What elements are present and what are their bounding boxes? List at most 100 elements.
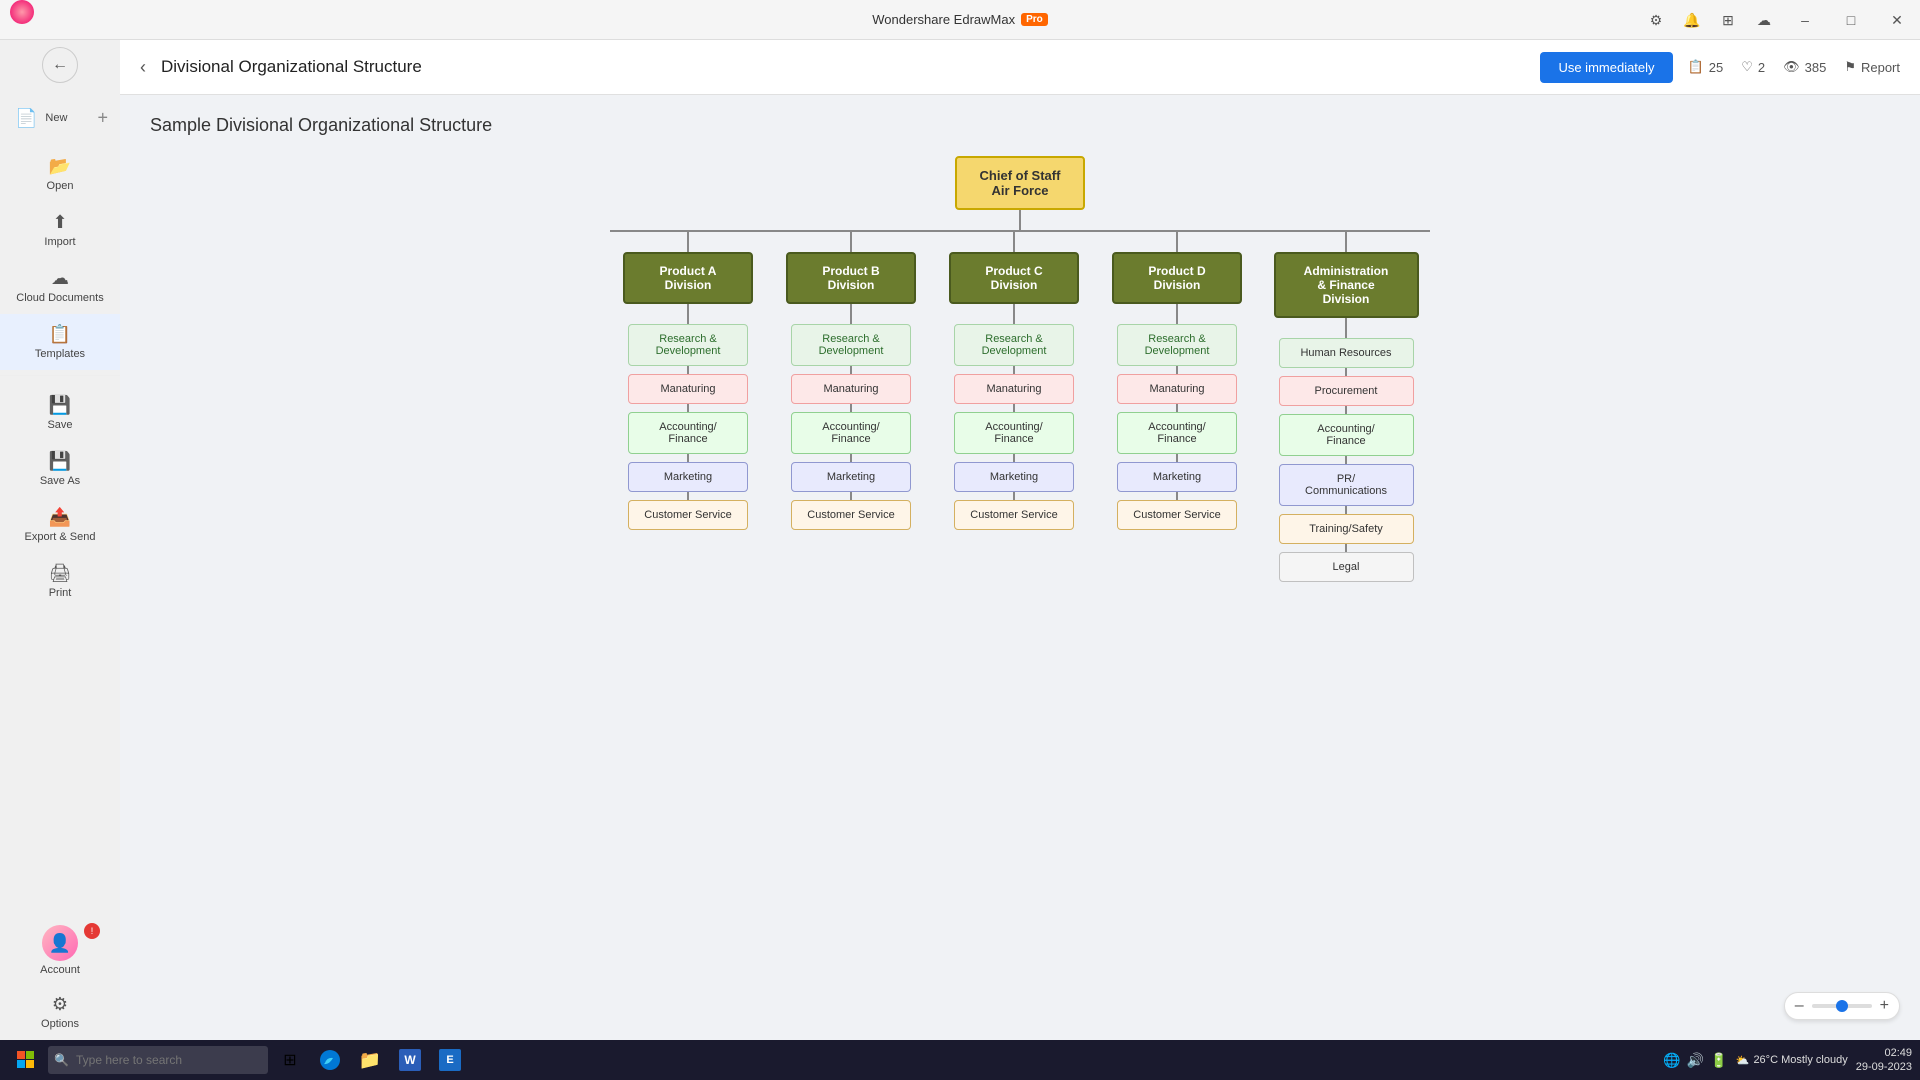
notification-icon[interactable]: 🔔 (1674, 0, 1710, 40)
sidebar-back-button[interactable]: ← (0, 40, 120, 90)
taskbar-app-explorer[interactable]: 📁 (352, 1042, 388, 1078)
share-icon[interactable]: ⊞ (1710, 0, 1746, 40)
edge-icon (319, 1049, 341, 1071)
taskbar-search-wrap[interactable]: 🔍 (48, 1046, 268, 1074)
sub-accounting-admin: Accounting/Finance (1279, 414, 1414, 456)
close-button[interactable]: ✕ (1874, 0, 1920, 40)
flag-icon: ⚑ (1844, 59, 1856, 75)
save-label: Save (47, 419, 72, 431)
copy-icon: 📋 (1688, 59, 1704, 75)
taskbar-app-task-view[interactable]: ⊞ (272, 1042, 308, 1078)
word-icon: W (399, 1049, 421, 1071)
header-stats: 📋 25 ♡ 2 👁 385 ⚑ Report (1688, 59, 1900, 75)
chief-connector-down (1019, 210, 1021, 230)
page-back-arrow[interactable]: ‹ (140, 57, 146, 78)
import-label: Import (44, 236, 75, 248)
sub-marketing-c: Marketing (954, 462, 1074, 492)
views-stat: 👁 385 (1783, 59, 1826, 75)
chief-box: Chief of Staff Air Force (955, 156, 1085, 210)
zoom-controls: – + (1784, 992, 1900, 1020)
battery-icon: 🔋 (1710, 1052, 1727, 1069)
use-immediately-button[interactable]: Use immediately (1540, 52, 1672, 83)
new-label: New (45, 112, 67, 124)
settings-icon[interactable]: ⚙ (1638, 0, 1674, 40)
title-bar-left (0, 0, 44, 24)
cloud-sync-icon[interactable]: ☁ (1746, 0, 1782, 40)
sub-accounting-d: Accounting/Finance (1117, 412, 1237, 454)
sidebar-item-export[interactable]: 📤 Export & Send (0, 497, 120, 553)
column-admin: Administration& FinanceDivision Human Re… (1266, 232, 1426, 582)
page-header: ‹ Divisional Organizational Structure Us… (120, 40, 1920, 95)
saveas-icon: 💾 (49, 451, 71, 472)
sidebar-item-templates[interactable]: 📋 Templates (0, 314, 120, 370)
chief-line2: Air Force (977, 183, 1063, 198)
sub-accounting-a: Accounting/Finance (628, 412, 748, 454)
title-bar: Wondershare EdrawMax Pro ⚙ 🔔 ⊞ ☁ – □ ✕ (0, 0, 1920, 40)
report-label: Report (1861, 60, 1900, 75)
sidebar-item-print[interactable]: 🖨 Print (0, 553, 120, 609)
sub-pr: PR/Communications (1279, 464, 1414, 506)
windows-logo-icon (17, 1051, 35, 1069)
division-product-c: Product CDivision (949, 252, 1079, 304)
sidebar-item-cloud[interactable]: ☁ Cloud Documents (0, 258, 120, 314)
division-admin: Administration& FinanceDivision (1274, 252, 1419, 318)
sidebar-item-account[interactable]: 👤 ! Account (0, 917, 120, 984)
copies-count: 25 (1709, 60, 1723, 75)
sidebar-item-saveas[interactable]: 💾 Save As (0, 441, 120, 497)
app-title-text: Wondershare EdrawMax (872, 12, 1015, 27)
column-product-b: Product BDivision Research &Development … (777, 232, 925, 530)
zoom-thumb[interactable] (1836, 1000, 1848, 1012)
date-text: 29-09-2023 (1856, 1060, 1912, 1074)
div-a-connector-down (687, 304, 689, 324)
main-area: ‹ Divisional Organizational Structure Us… (120, 40, 1920, 1040)
taskbar-app-word[interactable]: W (392, 1042, 428, 1078)
start-button[interactable] (8, 1042, 44, 1078)
network-icon: 🌐 (1663, 1052, 1680, 1069)
weather-icon: ⛅ (1736, 1054, 1750, 1067)
sidebar-item-open[interactable]: 📂 Open (0, 146, 120, 202)
account-label: Account (40, 964, 80, 976)
likes-count: 2 (1758, 60, 1765, 75)
chief-line1: Chief of Staff (977, 168, 1063, 183)
taskbar-time: 02:49 29-09-2023 (1856, 1046, 1912, 1075)
sub-customer-d: Customer Service (1117, 500, 1237, 530)
sub-manufacturing-d: Manaturing (1117, 374, 1237, 404)
zoom-out-button[interactable]: – (1795, 997, 1804, 1015)
taskbar-weather: ⛅ 26°C Mostly cloudy (1736, 1054, 1848, 1067)
import-icon: ⬆ (52, 212, 67, 233)
options-gear-icon: ⚙ (52, 994, 68, 1015)
save-icon: 💾 (49, 395, 71, 416)
print-label: Print (49, 587, 72, 599)
sub-accounting-c: Accounting/Finance (954, 412, 1074, 454)
minimize-button[interactable]: – (1782, 0, 1828, 40)
sub-legal: Legal (1279, 552, 1414, 582)
diagram-area[interactable]: Sample Divisional Organizational Structu… (120, 95, 1920, 1040)
sidebar-item-new[interactable]: 📄 New + (0, 90, 120, 146)
taskbar-search-input[interactable] (48, 1046, 268, 1074)
taskbar-right: 🌐 🔊 🔋 ⛅ 26°C Mostly cloudy 02:49 29-09-2… (1663, 1046, 1912, 1075)
new-plus-icon: + (97, 108, 108, 129)
sidebar-item-options[interactable]: ⚙ Options (0, 984, 120, 1040)
new-icon: 📄 (15, 108, 37, 129)
title-bar-title: Wondershare EdrawMax Pro (872, 12, 1048, 27)
sub-customer-c: Customer Service (954, 500, 1074, 530)
sub-manufacturing-a: Manaturing (628, 374, 748, 404)
taskbar-app-edge[interactable] (312, 1042, 348, 1078)
sidebar-item-import[interactable]: ⬆ Import (0, 202, 120, 258)
sub-marketing-a: Marketing (628, 462, 748, 492)
app-icon (10, 0, 34, 24)
maximize-button[interactable]: □ (1828, 0, 1874, 40)
open-label: Open (47, 180, 74, 192)
sidebar-item-save[interactable]: 💾 Save (0, 385, 120, 441)
sidebar-nav: 📄 New + 📂 Open ⬆ Import ☁ Cloud Document… (0, 90, 120, 1040)
zoom-slider[interactable] (1812, 1004, 1872, 1008)
zoom-in-button[interactable]: + (1880, 997, 1889, 1015)
sidebar-bottom: 👤 ! Account ⚙ Options (0, 917, 120, 1040)
export-icon: 📤 (49, 507, 71, 528)
sub-training: Training/Safety (1279, 514, 1414, 544)
column-product-a: Product ADivision Research &Development … (614, 232, 762, 530)
report-button[interactable]: ⚑ Report (1844, 59, 1900, 75)
sub-customer-a: Customer Service (628, 500, 748, 530)
pro-badge: Pro (1021, 13, 1048, 26)
taskbar-app-edraw[interactable]: E (432, 1042, 468, 1078)
